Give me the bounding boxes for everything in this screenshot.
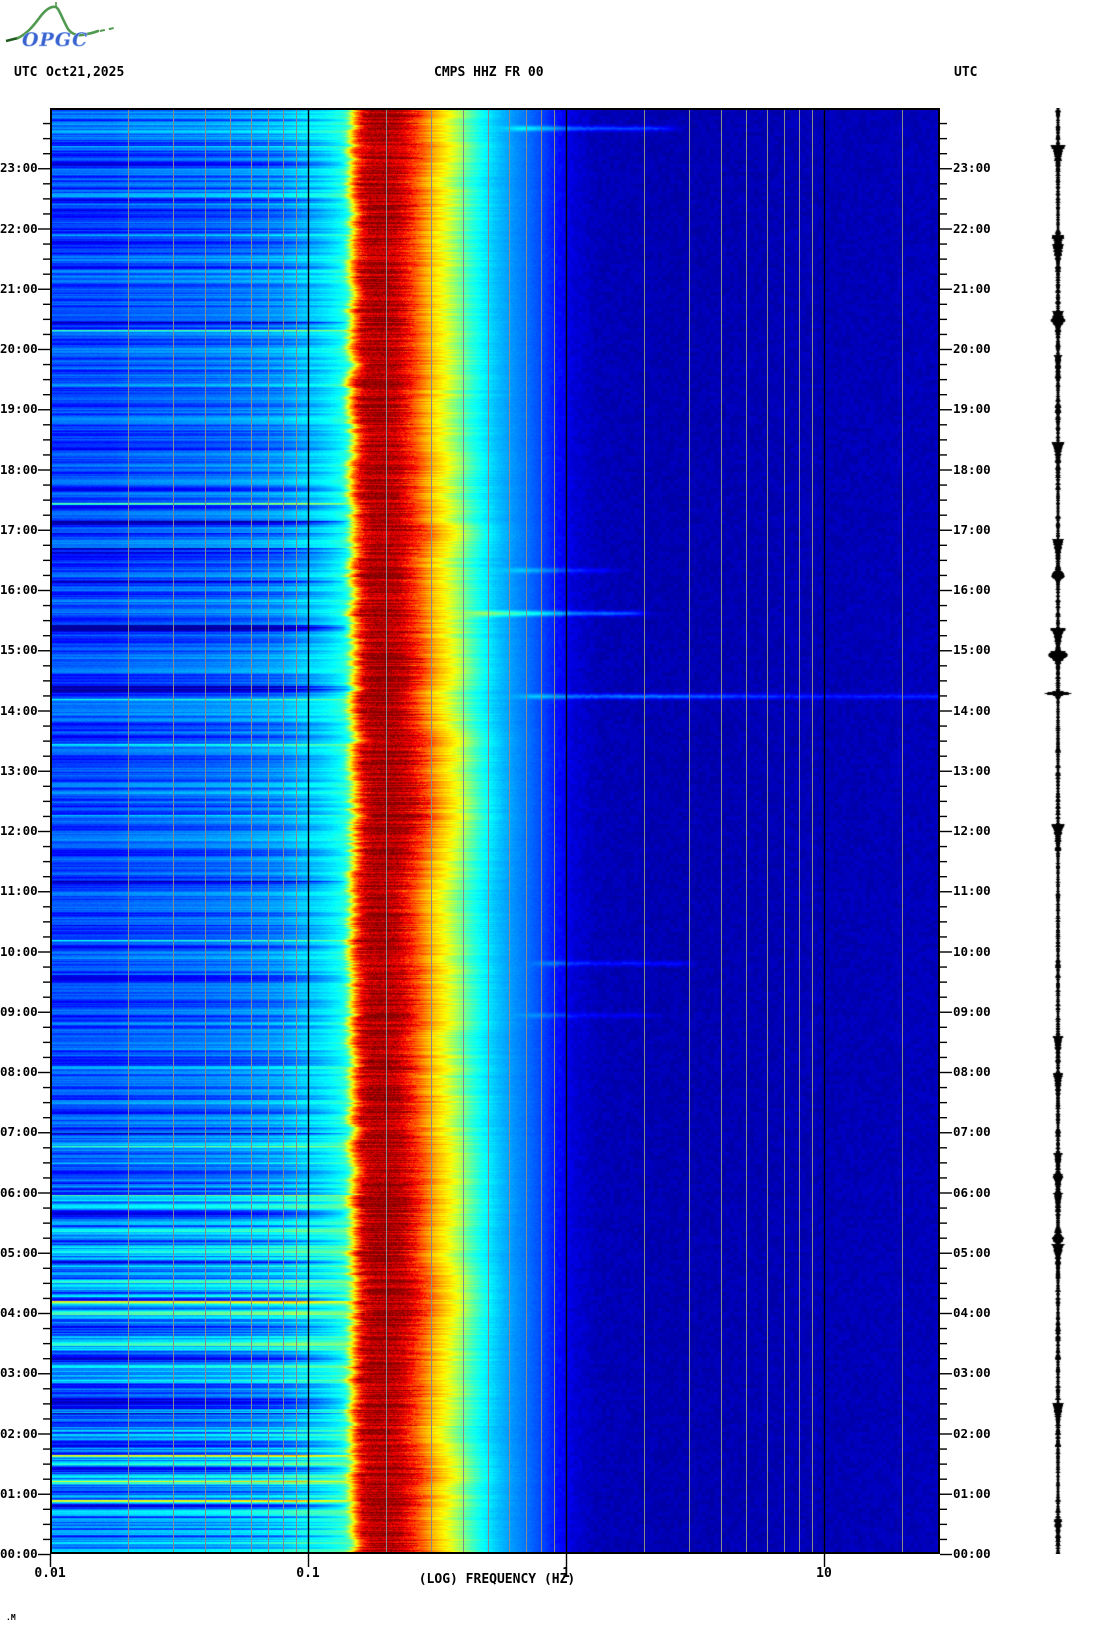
date-label: Oct21,2025 <box>46 65 125 80</box>
freq-tick-label: 10 <box>816 1566 832 1581</box>
time-tick-label-right: 16:00 <box>953 582 991 597</box>
time-tick-label-right: 18:00 <box>953 461 991 477</box>
time-tick-label-right: 05:00 <box>953 1244 991 1260</box>
logo-mountain-dash-left <box>5 36 19 43</box>
time-tick-label-right: 06:00 <box>953 1184 991 1200</box>
time-tick-label-left: 15:00 <box>0 642 38 658</box>
time-tick-label-right: 13:00 <box>953 762 991 778</box>
time-tick-label-left: 02:00 <box>0 1425 38 1441</box>
time-tick-label-right: 17:00 <box>953 521 991 537</box>
time-tick-label-left: 10:00 <box>0 943 38 959</box>
time-tick-label-left: 01:00 <box>0 1485 38 1501</box>
corner-mark: .M <box>6 1613 16 1622</box>
time-tick-label-left: 16:00 <box>0 582 38 597</box>
time-tick-label-right: 22:00 <box>953 220 991 236</box>
time-tick-label-left: 05:00 <box>0 1244 38 1260</box>
spectrogram-canvas <box>50 108 940 1554</box>
time-tick-label-left: 20:00 <box>0 341 38 356</box>
spectrogram-page: OPGC UTC Oct21,2025 CMPS HHZ FR 00 UTC 0… <box>0 0 1102 1634</box>
time-tick-label-left: 14:00 <box>0 702 38 718</box>
time-tick-label-right: 14:00 <box>953 702 991 718</box>
freq-tick-label: 0.1 <box>296 1566 320 1581</box>
time-tick-label-right: 04:00 <box>953 1305 991 1320</box>
time-tick-label-left: 00:00 <box>0 1546 38 1561</box>
time-tick-label-right: 07:00 <box>953 1124 991 1140</box>
time-tick-label-right: 12:00 <box>953 823 991 838</box>
time-tick-label-left: 17:00 <box>0 521 38 537</box>
opgc-logo: OPGC <box>5 2 115 51</box>
time-tick-label-right: 20:00 <box>953 341 991 356</box>
time-tick-label-left: 12:00 <box>0 823 38 838</box>
time-tick-label-left: 18:00 <box>0 461 38 477</box>
x-axis-title: (LOG) FREQUENCY (HZ) <box>418 1572 576 1587</box>
time-tick-label-right: 08:00 <box>953 1064 991 1079</box>
time-tick-label-right: 10:00 <box>953 943 991 959</box>
utc-label-left: UTC <box>14 65 38 80</box>
time-tick-label-right: 01:00 <box>953 1485 991 1501</box>
time-tick-label-right: 00:00 <box>953 1546 991 1561</box>
time-tick-label-right: 23:00 <box>953 160 991 176</box>
time-tick-label-left: 11:00 <box>0 883 38 899</box>
time-tick-label-left: 09:00 <box>0 1003 38 1019</box>
utc-label-right: UTC <box>954 65 978 80</box>
time-tick-label-left: 04:00 <box>0 1305 38 1320</box>
time-tick-label-right: 03:00 <box>953 1365 991 1381</box>
station-title: CMPS HHZ FR 00 <box>434 65 544 80</box>
time-tick-label-right: 21:00 <box>953 280 991 296</box>
time-tick-label-right: 15:00 <box>953 642 991 658</box>
time-tick-label-right: 09:00 <box>953 1003 991 1019</box>
time-tick-label-right: 11:00 <box>953 883 991 899</box>
time-tick-label-left: 07:00 <box>0 1124 38 1140</box>
time-tick-label-left: 21:00 <box>0 280 38 296</box>
time-tick-label-left: 03:00 <box>0 1365 38 1381</box>
time-tick-label-left: 13:00 <box>0 762 38 778</box>
time-tick-label-left: 08:00 <box>0 1064 38 1079</box>
helicorder-trace <box>1038 108 1078 1554</box>
spectrogram-plot <box>50 108 940 1554</box>
logo-mountain-dash-right <box>99 27 115 32</box>
logo-text: OPGC <box>22 29 88 51</box>
time-tick-label-right: 02:00 <box>953 1425 991 1441</box>
time-tick-label-left: 06:00 <box>0 1184 38 1200</box>
time-tick-label-left: 22:00 <box>0 220 38 236</box>
time-tick-label-left: 19:00 <box>0 401 38 417</box>
time-tick-label-left: 23:00 <box>0 160 38 176</box>
freq-tick-label: 0.01 <box>34 1566 66 1581</box>
time-tick-label-right: 19:00 <box>953 401 991 417</box>
